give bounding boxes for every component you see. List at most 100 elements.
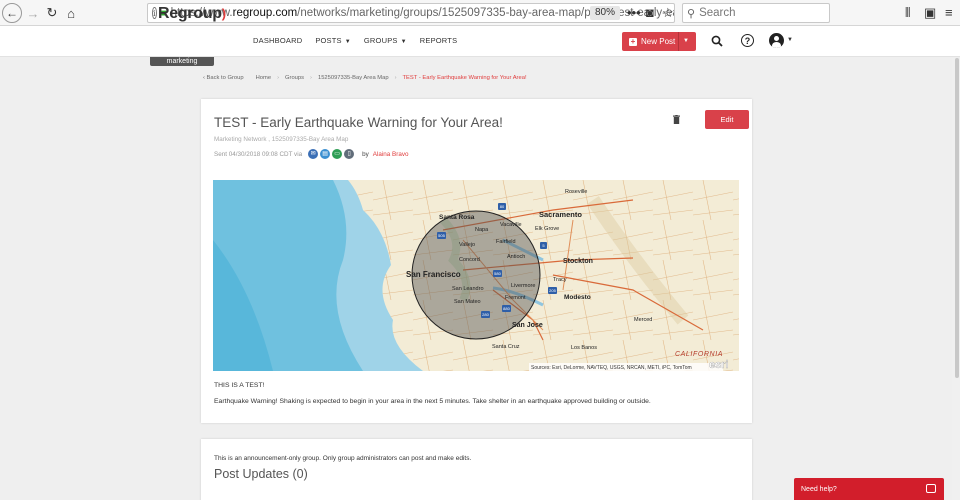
chevron-down-icon[interactable]: ▼ [683, 32, 689, 51]
map-label: Santa Rosa [439, 214, 475, 221]
breadcrumb-current: TEST - Early Earthquake Warning for Your… [402, 75, 527, 81]
sent-timestamp: Sent 04/30/2018 09:08 CDT via [214, 150, 303, 158]
network-label[interactable]: marketing [150, 57, 214, 66]
map-label: Merced [634, 317, 652, 323]
bookmark-star-icon[interactable]: ☆ [662, 5, 674, 21]
map-label: Vacaville [500, 222, 522, 228]
post-sent-info: Sent 04/30/2018 09:08 CDT via ✉ ▤ ▭ ▯ by… [214, 149, 408, 159]
breadcrumb-separator: › [394, 75, 397, 81]
regroup-logo[interactable]: Regroup) [158, 5, 226, 23]
back-button[interactable]: ← [2, 3, 22, 23]
post-body-line: THIS IS A TEST! [214, 382, 265, 389]
interstate-shield: 505 [438, 233, 445, 238]
email-icon: ✉ [308, 149, 319, 159]
breadcrumb-home[interactable]: Home [256, 75, 271, 81]
breadcrumb: ‹ Back to Group Home › Groups › 15250973… [203, 75, 527, 81]
nav-reports[interactable]: REPORTS [420, 36, 458, 45]
map-label: Napa [475, 227, 489, 233]
breadcrumb-back-label: Back to Group [206, 75, 244, 81]
library-icon[interactable]: ⫴ [905, 5, 910, 21]
author-name[interactable]: Alaina Bravo [373, 151, 409, 158]
map-label: Livermore [511, 283, 535, 289]
sms-icon: ▤ [320, 149, 331, 159]
nav-groups[interactable]: GROUPS ▼ [364, 36, 407, 45]
map-label: Vallejo [459, 242, 475, 248]
map-label: Modesto [564, 294, 591, 301]
nav-dashboard[interactable]: DASHBOARD [253, 36, 302, 45]
map-label: Elk Grove [535, 226, 559, 232]
map-label: Santa Cruz [492, 344, 520, 350]
announcement-notice: This is an announcement-only group. Only… [214, 455, 472, 462]
breadcrumb-groups[interactable]: Groups [285, 75, 304, 81]
esri-logo: esri [709, 359, 729, 371]
map-region-label: CALIFORNIA [675, 351, 723, 358]
main-nav: DASHBOARD POSTS ▼ GROUPS ▼ REPORTS [253, 36, 457, 45]
interstate-shield: 880 [503, 306, 510, 311]
pocket-icon[interactable]: ◙ [646, 5, 654, 20]
url-domain: regroup.com [232, 7, 298, 19]
chevron-down-icon: ▼ [400, 39, 407, 45]
help-icon[interactable]: ? [741, 34, 754, 47]
info-icon[interactable]: i [152, 7, 157, 19]
new-post-button[interactable]: + New Post ▼ [622, 32, 696, 51]
updates-card: This is an announcement-only group. Only… [201, 439, 752, 500]
forward-button[interactable]: → [25, 3, 41, 23]
zoom-level[interactable]: 80% [590, 6, 621, 20]
map-label: Stockton [563, 258, 593, 265]
map-label: San Leandro [452, 286, 484, 292]
logo-text: Regroup [158, 5, 222, 22]
need-help-button[interactable]: Need help? [794, 478, 944, 500]
menu-icon[interactable]: ≡ [945, 5, 953, 20]
post-card: TEST - Early Earthquake Warning for Your… [201, 99, 752, 423]
nav-posts-label: POSTS [315, 36, 342, 45]
search-icon: ⚲ [687, 7, 696, 20]
interstate-shield: 580 [494, 271, 501, 276]
search-icon[interactable] [711, 35, 723, 47]
breadcrumb-group[interactable]: 1525097335-Bay Area Map [318, 75, 389, 81]
interstate-shield: 205 [549, 288, 556, 293]
map-label: San Jose [512, 322, 543, 329]
phone-icon: ▯ [344, 149, 355, 159]
trash-icon[interactable] [673, 115, 680, 124]
map-label: Fremont [505, 295, 526, 301]
sidebar-icon[interactable]: ▣ [924, 5, 936, 21]
map-label: San Francisco [406, 270, 461, 279]
map-label: Los Banos [571, 345, 597, 351]
browser-search-input[interactable]: ⚲ Search [682, 3, 830, 23]
nav-posts[interactable]: POSTS ▼ [315, 36, 351, 45]
need-help-label: Need help? [801, 485, 837, 493]
logo-swoosh-icon: ) [221, 6, 226, 21]
map-label: Fairfield [496, 239, 516, 245]
map-attribution: Sources: Esri, DeLorme, NAVTEQ, USGS, NR… [531, 365, 692, 371]
map-label: Sacramento [539, 210, 582, 219]
home-icon[interactable]: ⌂ [63, 3, 79, 23]
map-label: San Mateo [454, 299, 481, 305]
updates-title: Post Updates (0) [214, 467, 308, 481]
new-post-label: New Post [641, 37, 676, 46]
breadcrumb-back[interactable]: ‹ Back to Group [203, 75, 244, 81]
edit-button[interactable]: Edit [705, 110, 749, 129]
avatar[interactable] [769, 33, 784, 48]
interstate-shield: 80 [500, 204, 505, 209]
browser-toolbar: ← → ↻ ⌂ i ■ https://www. regroup.com/netw… [0, 0, 960, 26]
chevron-down-icon: ▼ [344, 39, 351, 45]
alert-area-map[interactable]: Santa Rosa Sacramento Roseville Napa Vac… [213, 180, 739, 371]
map-label: Tracy [553, 277, 567, 283]
author-prefix: by [362, 150, 369, 158]
map-label: Antioch [507, 254, 525, 260]
plus-icon: + [629, 36, 637, 46]
interstate-shield: 280 [482, 312, 489, 317]
desktop-icon: ▭ [332, 149, 343, 159]
map-label: Concord [459, 257, 480, 263]
more-icon[interactable]: ••• [627, 5, 641, 20]
search-placeholder: Search [699, 7, 736, 19]
chat-icon [926, 484, 936, 493]
button-divider [678, 32, 679, 51]
post-meta: Marketing Network , 1525097335-Bay Area … [214, 136, 349, 143]
map-label: Roseville [565, 189, 587, 195]
post-body-line: Earthquake Warning! Shaking is expected … [214, 398, 651, 405]
reload-icon[interactable]: ↻ [44, 3, 60, 23]
chevron-down-icon[interactable]: ▼ [787, 37, 793, 43]
nav-groups-label: GROUPS [363, 36, 398, 45]
scrollbar-thumb[interactable] [955, 58, 959, 378]
